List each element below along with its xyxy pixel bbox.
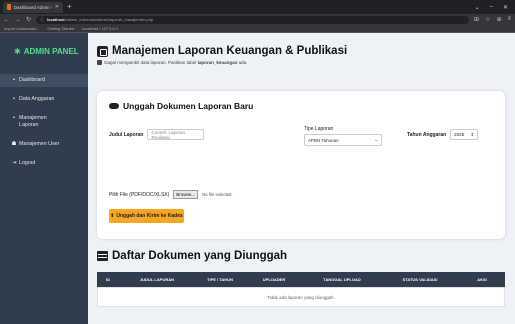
sidebar-item-manajemen-laporan[interactable]: ▪ Manajemen Laporan [0,112,88,132]
tabs-menu-icon[interactable]: ⌄ [475,4,480,11]
bookmark-getting-started[interactable]: Getting Started [47,26,74,31]
money-icon: ▪ [13,96,15,102]
file-icon: ▪ [13,115,15,121]
submit-button[interactable]: ⬆ Unggah dan Kirim ke Kades [109,209,184,223]
sidebar-item-logout[interactable]: ⇥ Logout [0,157,88,170]
page-title-text: Manajemen Laporan Keuangan & Publikasi [112,45,348,57]
judul-row: Judul Laporan Contoh: Laporan Realisasi [109,129,205,140]
logout-icon: ⇥ [11,160,17,166]
minimize-icon[interactable]: – [490,4,493,11]
judul-placeholder: Contoh: Laporan Realisasi [151,129,185,140]
file-row: Pilih File (PDF/DOC/XLSX) Browse... No f… [109,190,233,199]
list-title: Daftar Dokumen yang Diunggah [97,250,287,262]
file-status: No file selected. [202,192,233,197]
bookmarks-bar: Import bookmarks... Getting Started loca… [0,25,515,33]
browser-toolbar: ← → ↻ ⓘ localhost/sistem_informasi/admin… [0,14,515,25]
reload-icon[interactable]: ↻ [26,16,31,23]
col-aksi: AKSI [477,277,487,282]
empty-message: Tidak ada laporan yang diunggah. [267,294,335,300]
report-icon [97,45,108,57]
upload-card-title-text: Unggah Dokumen Laporan Baru [123,101,254,111]
menu-icon[interactable]: ≡ [507,16,511,23]
sidebar-item-label: Data Anggaran [19,96,55,102]
tipe-value: APBN Tahunan [308,137,339,143]
tab-favicon-icon [7,4,11,10]
bookmark-import[interactable]: Import bookmarks... [4,26,39,31]
spinner-icon: ⇕ [470,131,475,137]
tahun-value: 2025 [454,132,465,137]
cloud-upload-icon [109,103,119,109]
sidebar-item-label: Manajemen Laporan [19,115,47,128]
bookmark-localhost[interactable]: localhost / 127.0.0.1 [82,26,118,31]
table-header: ID JUDUL LAPORAN TIPE / TAHUN UPLOADER T… [97,272,505,287]
table-icon [97,251,108,261]
brand-label: ADMIN PANEL [23,47,79,56]
judul-input[interactable]: Contoh: Laporan Realisasi [147,129,205,140]
tab-title: Dashboard Admin - Sistem Inf [13,4,52,10]
bookmark-star-icon[interactable]: ☆ [485,16,490,23]
window-controls: ⌄ – ✕ [475,4,512,11]
sidebar-item-label: Logout [19,160,36,166]
alert-text: Gagal mengambil data laporan. Pastikan t… [104,60,247,65]
translate-icon[interactable]: ⊞ [474,16,479,23]
alert-table-name: laporan_keuangan [197,60,238,65]
col-judul: JUDUL LAPORAN [139,277,175,282]
tahun-input[interactable]: 2025 ⇕ [450,129,479,140]
browser-tab-strip: Dashboard Admin - Sistem Inf ✕ + ⌄ – ✕ [0,0,515,14]
documents-table: ID JUDUL LAPORAN TIPE / TAHUN UPLOADER T… [97,272,505,307]
col-tipe: TIPE / TAHUN [207,277,233,282]
upload-card: Unggah Dokumen Laporan Baru Judul Lapora… [97,91,505,239]
browse-button[interactable]: Browse... [173,190,199,199]
file-label: Pilih File (PDF/DOC/XLSX) [109,191,170,198]
users-icon: ☗ [11,141,17,147]
sidebar-item-label: Dashboard [19,77,45,83]
url-path: /sistem_informasi/admin/laporan_manajeme… [64,17,154,22]
dashboard-icon: ▪ [13,77,15,83]
sidebar-item-manajemen-user[interactable]: ☗ Manajemen User [0,138,88,151]
app: ✱ ADMIN PANEL ▪ Dashboard ▪ Data Anggara… [0,33,515,324]
close-window-icon[interactable]: ✕ [503,4,508,11]
page-title: Manajemen Laporan Keuangan & Publikasi [97,45,506,57]
new-tab-icon[interactable]: + [67,3,72,11]
tahun-label: Tahun Anggaran [407,131,447,138]
sidebar: ✱ ADMIN PANEL ▪ Dashboard ▪ Data Anggara… [0,33,88,324]
forward-icon[interactable]: → [15,17,21,23]
col-tanggal: TANGGAL UPLOAD [323,277,361,282]
tipe-label: Tipe Laporan [304,126,334,132]
tahun-row: Tahun Anggaran 2025 ⇕ [407,129,479,140]
col-id: ID [106,277,110,282]
alert-suffix: ada. [237,60,248,65]
back-icon[interactable]: ← [4,17,10,23]
sidebar-item-dashboard[interactable]: ▪ Dashboard [0,74,88,87]
submit-label: Unggah dan Kirim ke Kades [116,213,183,219]
upload-icon: ⬆ [110,213,115,219]
table-empty-row: Tidak ada laporan yang diunggah. [97,287,505,307]
sidebar-item-label: Manajemen User [19,141,60,147]
url-text: localhost/sistem_informasi/admin/laporan… [47,17,153,22]
extensions-icon[interactable]: ⊕ [496,16,501,23]
main-content: Manajemen Laporan Keuangan & Publikasi G… [88,33,515,324]
warning-icon [97,60,102,65]
sidebar-item-data-anggaran[interactable]: ▪ Data Anggaran [0,93,88,106]
judul-label: Judul Laporan [109,131,144,138]
tipe-select[interactable]: APBN Tahunan ⌄ [304,134,382,146]
lock-icon: ⓘ [40,16,45,22]
list-title-text: Daftar Dokumen yang Diunggah [112,250,288,262]
toolbar-right: ⊞ ☆ ⊕ ≡ [474,16,511,23]
col-status: STATUS VALIDASI [402,277,438,282]
url-host: localhost [47,17,65,22]
col-uploader: UPLOADER [262,277,286,282]
chevron-down-icon: ⌄ [374,137,378,142]
tab-close-icon[interactable]: ✕ [55,4,59,10]
error-alert: Gagal mengambil data laporan. Pastikan t… [97,60,506,65]
sidebar-brand: ✱ ADMIN PANEL [0,47,88,56]
gear-icon: ✱ [14,47,21,56]
alert-prefix: Gagal mengambil data laporan. Pastikan t… [104,60,198,65]
browser-tab[interactable]: Dashboard Admin - Sistem Inf ✕ [3,1,63,13]
upload-card-title: Unggah Dokumen Laporan Baru [109,101,493,111]
tipe-group: Tipe Laporan APBN Tahunan ⌄ [304,126,382,146]
address-bar[interactable]: ⓘ localhost/sistem_informasi/admin/lapor… [36,15,470,24]
